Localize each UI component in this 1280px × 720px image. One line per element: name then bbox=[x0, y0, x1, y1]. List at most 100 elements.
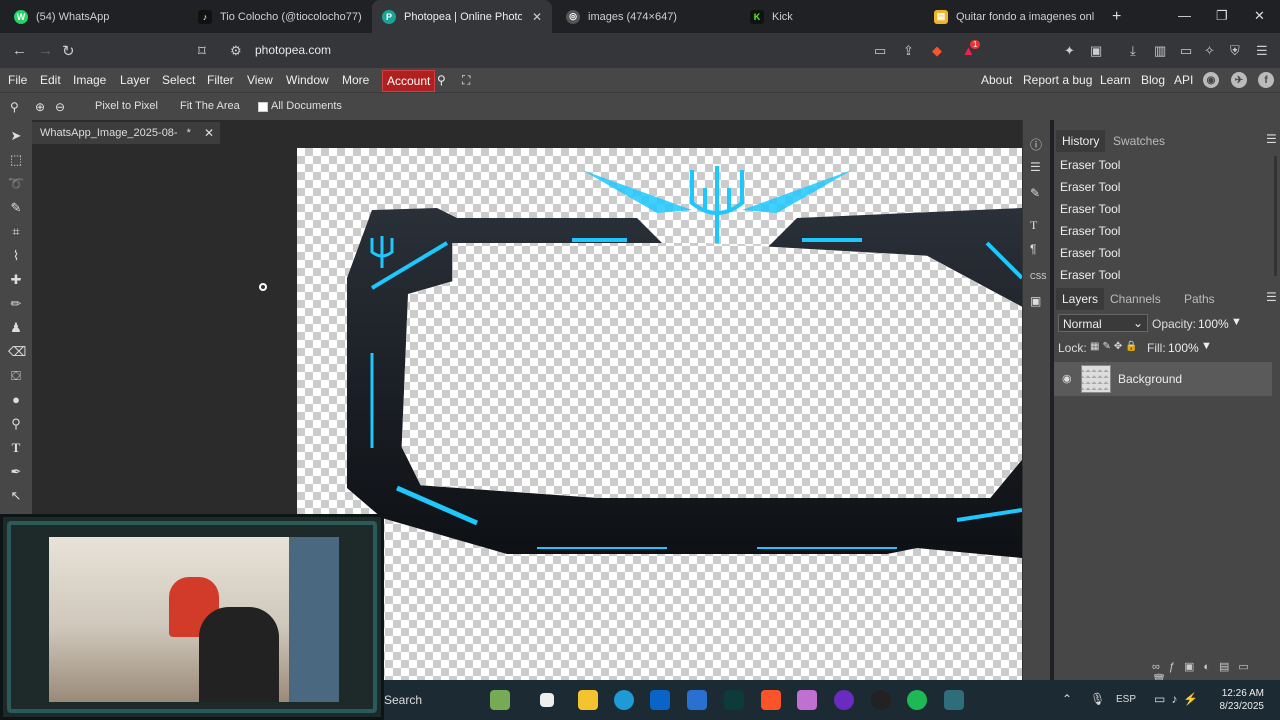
type-tool-icon[interactable]: T bbox=[8, 440, 24, 456]
tab-swatches[interactable]: Swatches bbox=[1113, 134, 1165, 148]
close-tab-icon[interactable]: ✕ bbox=[532, 10, 542, 24]
history-item[interactable]: Eraser Tool bbox=[1060, 246, 1120, 260]
menu-about[interactable]: About bbox=[981, 73, 1012, 87]
paragraph-icon[interactable]: ¶ bbox=[1030, 242, 1036, 256]
path-select-tool-icon[interactable]: ↖ bbox=[8, 488, 24, 504]
brave-icon[interactable] bbox=[761, 690, 781, 710]
menu-view[interactable]: View bbox=[247, 73, 273, 87]
tab-photopea[interactable]: P Photopea | Online Photo Ed ✕ bbox=[372, 0, 552, 33]
account-button[interactable]: Account bbox=[382, 70, 436, 92]
tab-kick[interactable]: K Kick bbox=[740, 0, 920, 33]
file-explorer-icon[interactable] bbox=[578, 690, 598, 710]
bookmark-icon[interactable]: ⌑ bbox=[198, 42, 206, 60]
properties-icon[interactable]: ☰ bbox=[1030, 160, 1041, 174]
tab-search-icon[interactable]: ▣ bbox=[1090, 43, 1102, 59]
quick-select-tool-icon[interactable]: ✎ bbox=[8, 200, 24, 216]
kinemaster-icon[interactable] bbox=[944, 690, 964, 710]
zoom-out-icon[interactable]: ⊖ bbox=[55, 100, 65, 114]
tab-history[interactable]: History bbox=[1056, 130, 1106, 152]
maximize-icon[interactable]: ❐ bbox=[1216, 8, 1228, 24]
menu-layer[interactable]: Layer bbox=[120, 73, 150, 87]
obs-icon[interactable] bbox=[834, 690, 854, 710]
cast-icon[interactable]: ▭ bbox=[874, 43, 886, 59]
outlook-icon[interactable] bbox=[650, 690, 670, 710]
tab-tiktok[interactable]: ♪ Tio Colocho (@tiocolocho77) bbox=[188, 0, 368, 33]
itunes-icon[interactable] bbox=[797, 690, 817, 710]
history-item[interactable]: Eraser Tool bbox=[1060, 202, 1120, 216]
vpn-icon[interactable]: ⛨ bbox=[1230, 43, 1240, 59]
minimize-icon[interactable]: — bbox=[1178, 8, 1191, 23]
menu-api[interactable]: API bbox=[1174, 73, 1193, 87]
move-tool-icon[interactable]: ➤ bbox=[8, 128, 24, 144]
clone-stamp-tool-icon[interactable]: ♟ bbox=[8, 320, 24, 336]
opacity-dropdown-icon[interactable]: ▼ bbox=[1231, 316, 1242, 328]
close-document-icon[interactable]: ✕ bbox=[204, 126, 214, 140]
reddit-icon[interactable]: ◉ bbox=[1203, 72, 1219, 88]
menu-more[interactable]: More bbox=[342, 73, 369, 87]
history-item[interactable]: Eraser Tool bbox=[1060, 224, 1120, 238]
widget-icon[interactable] bbox=[490, 690, 510, 710]
tab-whatsapp[interactable]: W (54) WhatsApp bbox=[4, 0, 184, 33]
facebook-icon[interactable]: f bbox=[1258, 72, 1274, 88]
lasso-tool-icon[interactable]: ➰ bbox=[8, 176, 24, 192]
layer-row-background[interactable]: ◉ Background bbox=[1054, 362, 1272, 396]
document-canvas[interactable] bbox=[297, 148, 1022, 680]
tab-channels[interactable]: Channels bbox=[1110, 292, 1161, 306]
layers-menu-icon[interactable]: ☰ bbox=[1266, 290, 1277, 304]
lock-icons[interactable]: ▦✎✥🔒 bbox=[1090, 341, 1141, 352]
twitter-icon[interactable]: ✈ bbox=[1231, 72, 1247, 88]
bucket-tool-icon[interactable]: ⛋ bbox=[8, 368, 24, 384]
store-icon[interactable] bbox=[687, 690, 707, 710]
css-icon[interactable]: CSS bbox=[1030, 272, 1046, 281]
close-window-icon[interactable]: ✕ bbox=[1254, 8, 1265, 24]
opacity-input[interactable]: 100% bbox=[1198, 317, 1229, 331]
eye-icon[interactable]: ◉ bbox=[1062, 372, 1072, 385]
menu-select[interactable]: Select bbox=[162, 73, 195, 87]
extensions-icon[interactable]: ✦ bbox=[1064, 43, 1075, 59]
menu-image[interactable]: Image bbox=[73, 73, 106, 87]
app-icon[interactable] bbox=[871, 690, 891, 710]
fit-the-area-button[interactable]: Fit The Area bbox=[180, 100, 240, 112]
capcut-icon[interactable] bbox=[724, 690, 744, 710]
browser-menu-icon[interactable]: ☰ bbox=[1256, 43, 1268, 59]
spotify-icon[interactable] bbox=[907, 690, 927, 710]
pixel-to-pixel-button[interactable]: Pixel to Pixel bbox=[95, 100, 158, 112]
document-tab[interactable]: WhatsApp_Image_2025-08- * ✕ bbox=[32, 122, 220, 144]
chevron-up-icon[interactable]: ⌃ bbox=[1062, 692, 1072, 706]
menu-filter[interactable]: Filter bbox=[207, 73, 234, 87]
history-item[interactable]: Eraser Tool bbox=[1060, 268, 1120, 282]
pen-tool-icon[interactable]: ✒ bbox=[8, 464, 24, 480]
blur-tool-icon[interactable]: ● bbox=[8, 392, 24, 408]
new-tab-button[interactable]: + bbox=[1112, 8, 1121, 26]
character-icon[interactable]: T bbox=[1030, 218, 1037, 233]
wallet-icon[interactable]: ▭ bbox=[1180, 43, 1192, 59]
dodge-tool-icon[interactable]: ⚲ bbox=[8, 416, 24, 432]
leo-ai-icon[interactable]: ✧ bbox=[1204, 43, 1215, 59]
url-text[interactable]: photopea.com bbox=[255, 43, 331, 57]
eyedropper-tool-icon[interactable]: ⌇ bbox=[8, 248, 24, 264]
fill-dropdown-icon[interactable]: ▼ bbox=[1201, 340, 1212, 352]
brush-tool-icon[interactable]: ✏ bbox=[8, 296, 24, 312]
brave-shield-icon[interactable]: ◆ bbox=[932, 43, 942, 59]
menu-learn[interactable]: Learn bbox=[1100, 73, 1131, 87]
healing-tool-icon[interactable]: ✚ bbox=[8, 272, 24, 288]
eraser-tool-icon[interactable]: ⌫ bbox=[8, 344, 26, 360]
menu-report-bug[interactable]: Report a bug bbox=[1023, 73, 1092, 87]
menu-blog[interactable]: Blog bbox=[1141, 73, 1165, 87]
download-icon[interactable]: ⤓ bbox=[1130, 43, 1136, 59]
site-info-icon[interactable]: ⚙ bbox=[230, 43, 242, 59]
marquee-tool-icon[interactable]: ⬚ bbox=[8, 152, 24, 168]
taskbar-search[interactable]: Search bbox=[384, 693, 422, 707]
zoom-in-icon[interactable]: ⊕ bbox=[35, 100, 45, 114]
crop-tool-icon[interactable]: ⌗ bbox=[8, 224, 24, 240]
reload-icon[interactable]: ↻ bbox=[62, 42, 75, 60]
share-icon[interactable]: ⇪ bbox=[903, 43, 914, 59]
brush-panel-icon[interactable]: ✎ bbox=[1030, 186, 1040, 200]
edge-icon[interactable] bbox=[614, 690, 634, 710]
fill-input[interactable]: 100% bbox=[1168, 341, 1199, 355]
blend-mode-select[interactable]: Normal ⌄ bbox=[1058, 314, 1148, 332]
back-icon[interactable]: ← bbox=[12, 42, 27, 59]
tab-images[interactable]: ◎ images (474×647) bbox=[556, 0, 736, 33]
system-tray-icons[interactable]: ▭♪⚡ bbox=[1154, 692, 1204, 706]
menu-edit[interactable]: Edit bbox=[40, 73, 61, 87]
